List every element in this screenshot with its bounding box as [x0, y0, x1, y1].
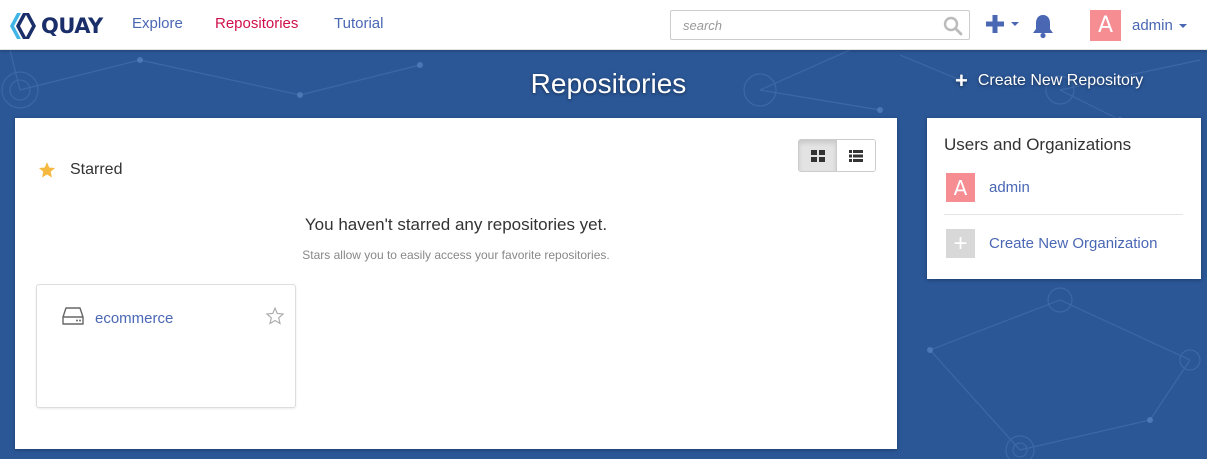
plus-icon: +	[946, 229, 975, 258]
grid-view-icon	[810, 149, 825, 162]
repo-name-link[interactable]: ecommerce	[95, 310, 173, 327]
divider	[944, 214, 1183, 215]
star-outline-icon	[265, 306, 285, 325]
create-new-repository-button[interactable]: + Create New Repository	[955, 68, 1144, 93]
search-box	[670, 10, 970, 40]
create-menu-button[interactable]	[985, 14, 1019, 34]
empty-starred-title: You haven't starred any repositories yet…	[304, 215, 608, 234]
nav-repositories[interactable]: Repositories	[215, 15, 298, 32]
notifications-button[interactable]	[1031, 13, 1055, 44]
list-view-icon	[849, 149, 863, 162]
user-link[interactable]: admin	[989, 179, 1030, 196]
quay-logo[interactable]: QUAY	[10, 12, 103, 40]
list-view-button[interactable]	[837, 140, 875, 171]
users-orgs-title: Users and Organizations	[944, 135, 1132, 154]
search-icon[interactable]	[943, 16, 963, 41]
nav-explore[interactable]: Explore	[132, 15, 183, 32]
avatar: A	[946, 173, 975, 202]
chevron-down-icon	[1011, 22, 1019, 26]
repo-card[interactable]: ecommerce	[36, 284, 296, 408]
starred-label: Starred	[70, 161, 123, 178]
quay-logo-icon	[10, 13, 36, 39]
user-row-admin[interactable]: A admin	[946, 173, 1030, 202]
user-menu[interactable]: A admin	[1090, 10, 1187, 41]
star-icon	[38, 162, 56, 178]
grid-view-button[interactable]	[799, 140, 837, 171]
repositories-panel: Starred You haven't starred any reposito…	[15, 118, 897, 449]
star-repo-button[interactable]	[265, 306, 285, 330]
avatar: A	[1090, 10, 1121, 41]
quay-logo-text: QUAY	[41, 14, 103, 38]
users-orgs-panel: Users and Organizations A admin + Create…	[927, 118, 1201, 279]
nav-tutorial[interactable]: Tutorial	[334, 15, 383, 32]
top-navbar: QUAY Explore Repositories Tutorial A adm…	[0, 0, 1207, 50]
create-organization-link[interactable]: Create New Organization	[989, 235, 1157, 252]
create-organization-row[interactable]: + Create New Organization	[946, 229, 1157, 258]
starred-heading: Starred	[38, 161, 122, 179]
plus-icon: +	[955, 68, 968, 93]
user-name: admin	[1132, 17, 1173, 34]
chevron-down-icon	[1178, 23, 1187, 28]
plus-icon	[986, 15, 1004, 33]
repo-drive-icon	[62, 307, 84, 330]
bell-icon	[1033, 15, 1053, 39]
create-new-repository-label: Create New Repository	[977, 72, 1144, 89]
view-toggle	[798, 139, 876, 172]
empty-starred-subtitle: Stars allow you to easily access your fa…	[302, 248, 610, 262]
search-input[interactable]	[671, 11, 941, 39]
